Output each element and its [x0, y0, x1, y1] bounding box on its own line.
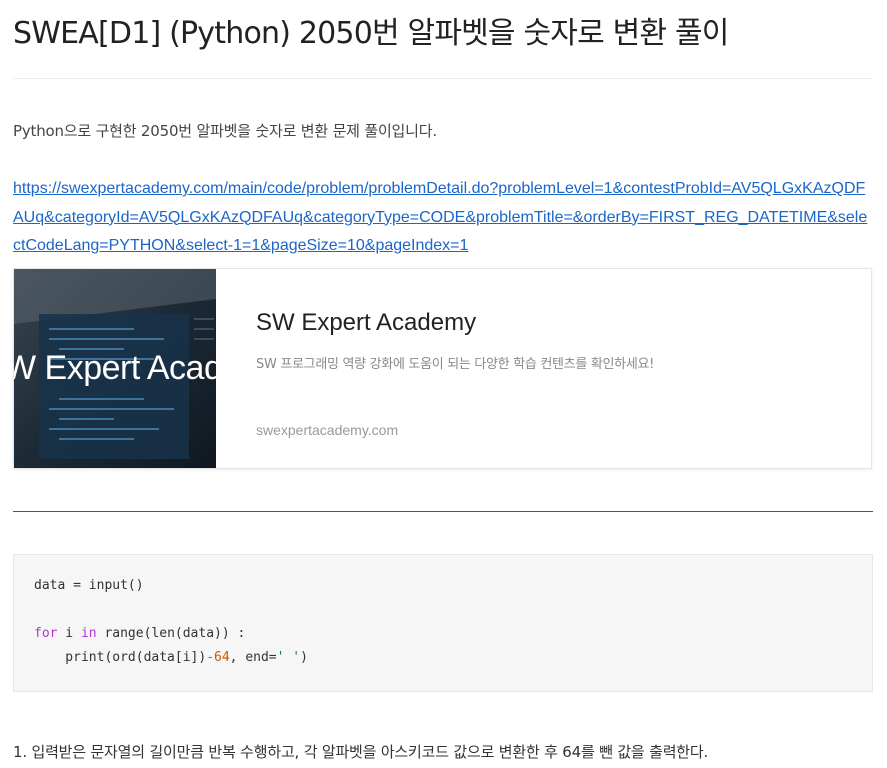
explanation-step: 1. 입력받은 문자열의 길이만큼 반복 수행하고, 각 알파벳을 아스키코드 …	[13, 743, 709, 761]
title-divider	[13, 78, 873, 79]
link-preview-card[interactable]: W Expert Acade SW Expert Academy SW 프로그래…	[13, 268, 872, 469]
problem-link[interactable]: https://swexpertacademy.com/main/code/pr…	[13, 175, 875, 261]
blog-post: SWEA[D1] (Python) 2050번 알파벳을 숫자로 변환 풀이 P…	[0, 0, 887, 768]
card-description: SW 프로그래밍 역량 강화에 도움이 되는 다양한 학습 컨텐츠를 확인하세요…	[256, 357, 655, 372]
code-block: data = input() for i in range(len(data))…	[13, 554, 873, 692]
code-line: print(ord(data[i])-64, end=' ')	[34, 650, 308, 665]
post-intro: Python으로 구현한 2050번 알파벳을 숫자로 변환 문제 풀이입니다.	[13, 122, 437, 140]
code-line: for i in range(len(data)) :	[34, 626, 246, 641]
card-domain: swexpertacademy.com	[256, 422, 399, 438]
preview-thumbnail: W Expert Acade	[14, 269, 216, 468]
post-title: SWEA[D1] (Python) 2050번 알파벳을 숫자로 변환 풀이	[13, 16, 729, 51]
code-line: data = input()	[34, 578, 144, 593]
section-divider	[13, 511, 873, 512]
thumbnail-caption: W Expert Acade	[14, 349, 216, 387]
card-title: SW Expert Academy	[256, 309, 477, 336]
